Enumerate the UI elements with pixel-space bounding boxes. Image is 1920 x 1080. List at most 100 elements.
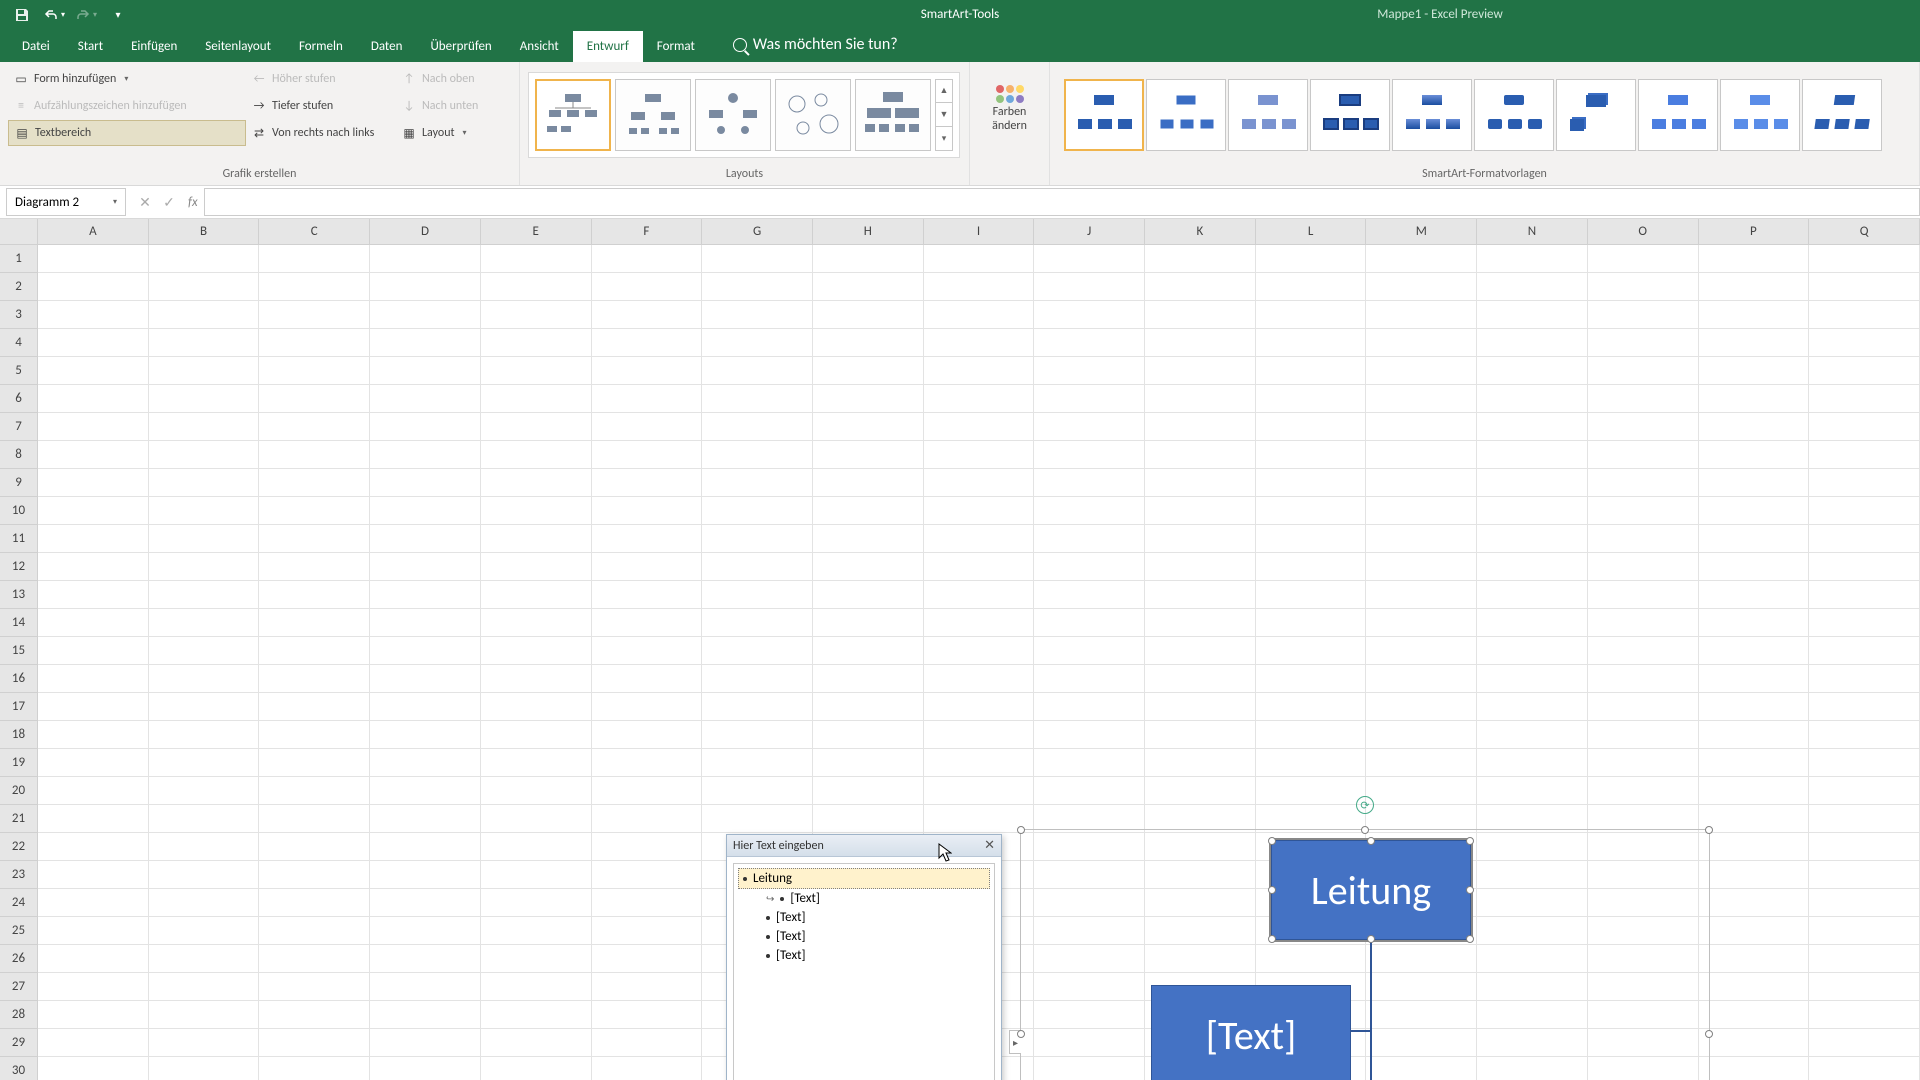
rotate-handle-icon[interactable]: ⟳: [1356, 796, 1374, 814]
fx-icon[interactable]: fx: [188, 195, 198, 210]
text-pane-list[interactable]: Leitung↪[Text][Text][Text][Text]: [733, 863, 995, 1080]
undo-icon[interactable]: ▾: [40, 1, 68, 29]
shape-handle[interactable]: [1367, 837, 1375, 845]
chevron-down-icon[interactable]: ▾: [113, 197, 117, 207]
row-header[interactable]: 30: [0, 1057, 38, 1080]
row-header[interactable]: 6: [0, 385, 38, 413]
row-header[interactable]: 18: [0, 721, 38, 749]
textpane-item[interactable]: ↪[Text]: [738, 889, 990, 908]
resize-handle[interactable]: [1361, 826, 1369, 834]
redo-icon[interactable]: ▾: [72, 1, 100, 29]
layout-button[interactable]: ▦Layout▾: [396, 120, 484, 146]
resize-handle[interactable]: [1017, 826, 1025, 834]
row-header[interactable]: 15: [0, 637, 38, 665]
row-header[interactable]: 1: [0, 245, 38, 273]
tab-ueberpruefen[interactable]: Überprüfen: [416, 31, 505, 62]
shape-handle[interactable]: [1268, 886, 1276, 894]
row-header[interactable]: 16: [0, 665, 38, 693]
row-header[interactable]: 27: [0, 973, 38, 1001]
select-all-corner[interactable]: [0, 219, 38, 245]
textpane-item[interactable]: [Text]: [738, 908, 990, 927]
tab-daten[interactable]: Daten: [357, 31, 417, 62]
column-header[interactable]: B: [149, 219, 260, 245]
row-header[interactable]: 17: [0, 693, 38, 721]
row-header[interactable]: 22: [0, 833, 38, 861]
orgchart-box-assistant[interactable]: [Text]: [1151, 985, 1351, 1080]
row-header[interactable]: 23: [0, 861, 38, 889]
tab-formeln[interactable]: Formeln: [285, 31, 357, 62]
smartart-frame[interactable]: ▸ ⟳ Leitung: [1020, 829, 1710, 1080]
style-thumb-8[interactable]: [1638, 79, 1718, 151]
column-header[interactable]: C: [259, 219, 370, 245]
row-header[interactable]: 8: [0, 441, 38, 469]
row-header[interactable]: 13: [0, 581, 38, 609]
row-header[interactable]: 11: [0, 525, 38, 553]
row-header[interactable]: 2: [0, 273, 38, 301]
row-header[interactable]: 12: [0, 553, 38, 581]
name-box[interactable]: Diagramm 2 ▾: [6, 188, 126, 216]
orgchart-box-top[interactable]: Leitung: [1271, 840, 1471, 940]
column-header[interactable]: O: [1588, 219, 1699, 245]
row-header[interactable]: 4: [0, 329, 38, 357]
rtl-button[interactable]: ⇄Von rechts nach links: [246, 120, 396, 146]
resize-handle[interactable]: [1705, 826, 1713, 834]
tab-datei[interactable]: Datei: [8, 31, 64, 62]
layout-thumb-4[interactable]: [775, 79, 851, 151]
row-header[interactable]: 10: [0, 497, 38, 525]
style-thumb-10[interactable]: [1802, 79, 1882, 151]
column-header[interactable]: M: [1366, 219, 1477, 245]
shape-handle[interactable]: [1466, 837, 1474, 845]
resize-handle[interactable]: [1705, 1030, 1713, 1038]
layout-thumb-1[interactable]: [535, 79, 611, 151]
tab-ansicht[interactable]: Ansicht: [506, 31, 573, 62]
column-header[interactable]: I: [924, 219, 1035, 245]
column-header[interactable]: K: [1145, 219, 1256, 245]
row-header[interactable]: 24: [0, 889, 38, 917]
row-header[interactable]: 14: [0, 609, 38, 637]
text-pane-toggle[interactable]: ▤Textbereich: [8, 120, 246, 146]
qat-customize-icon[interactable]: ▾: [104, 1, 132, 29]
accept-formula-icon[interactable]: ✓: [160, 194, 178, 211]
gallery-down-icon[interactable]: ▼: [936, 103, 952, 127]
change-colors-button[interactable]: Farben ändern: [976, 62, 1044, 156]
column-header[interactable]: N: [1477, 219, 1588, 245]
style-thumb-2[interactable]: [1146, 79, 1226, 151]
textpane-item[interactable]: [Text]: [738, 946, 990, 965]
style-thumb-3[interactable]: [1228, 79, 1308, 151]
shape-handle[interactable]: [1466, 935, 1474, 943]
textpane-item[interactable]: Leitung: [738, 868, 990, 889]
gallery-more-icon[interactable]: ▾: [936, 127, 952, 150]
style-thumb-9[interactable]: [1720, 79, 1800, 151]
style-thumb-6[interactable]: [1474, 79, 1554, 151]
resize-handle[interactable]: [1017, 1030, 1025, 1038]
row-header[interactable]: 29: [0, 1029, 38, 1057]
tab-einfuegen[interactable]: Einfügen: [117, 31, 191, 62]
row-header[interactable]: 25: [0, 917, 38, 945]
column-header[interactable]: A: [38, 219, 149, 245]
column-header[interactable]: D: [370, 219, 481, 245]
row-header[interactable]: 9: [0, 469, 38, 497]
shape-handle[interactable]: [1268, 837, 1276, 845]
shape-handle[interactable]: [1466, 886, 1474, 894]
column-header[interactable]: H: [813, 219, 924, 245]
tab-seitenlayout[interactable]: Seitenlayout: [191, 31, 285, 62]
column-header[interactable]: E: [481, 219, 592, 245]
row-header[interactable]: 3: [0, 301, 38, 329]
tab-entwurf[interactable]: Entwurf: [573, 31, 643, 62]
add-shape-button[interactable]: ▭Form hinzufügen▾: [8, 66, 246, 92]
formula-input[interactable]: [204, 188, 1920, 216]
layout-thumb-2[interactable]: [615, 79, 691, 151]
row-header[interactable]: 21: [0, 805, 38, 833]
layout-thumb-5[interactable]: [855, 79, 931, 151]
row-header[interactable]: 20: [0, 777, 38, 805]
column-header[interactable]: G: [702, 219, 813, 245]
row-header[interactable]: 28: [0, 1001, 38, 1029]
row-header[interactable]: 26: [0, 945, 38, 973]
style-thumb-4[interactable]: [1310, 79, 1390, 151]
column-header[interactable]: F: [592, 219, 703, 245]
style-thumb-1[interactable]: [1064, 79, 1144, 151]
shape-handle[interactable]: [1367, 935, 1375, 943]
tab-format[interactable]: Format: [643, 31, 709, 62]
save-icon[interactable]: [8, 1, 36, 29]
style-thumb-5[interactable]: [1392, 79, 1472, 151]
